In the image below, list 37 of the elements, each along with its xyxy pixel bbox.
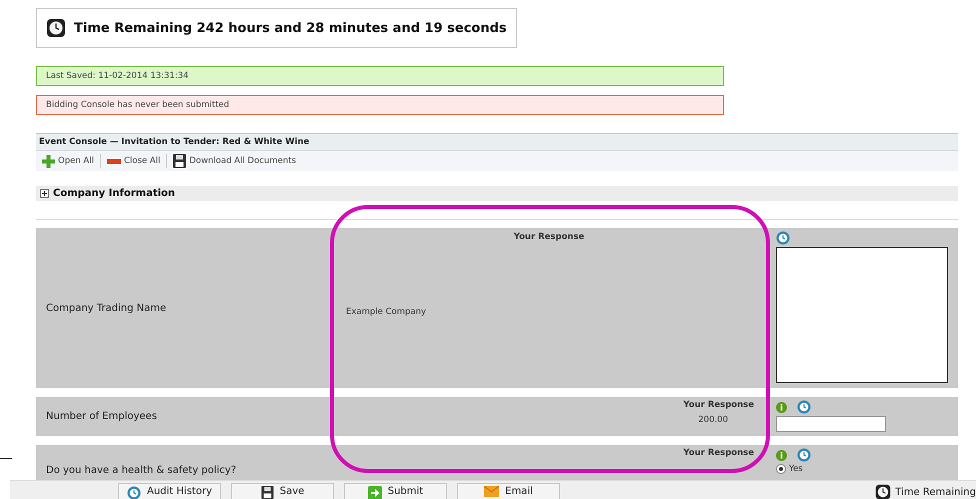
response-value: 200.00 [698,415,728,425]
notice-bar: Bidding Console has never been submitted [36,95,724,115]
toolbar-button[interactable]: Download All Documents [173,154,296,168]
info-icon[interactable] [776,450,787,460]
clock-icon[interactable] [797,400,811,414]
question-label: Company Trading Name [45,302,168,314]
footer-button[interactable]: Save [231,483,334,499]
clock-icon[interactable] [776,231,790,245]
input-field[interactable] [776,416,886,432]
notice-bar: Last Saved: 11-02-2014 13:31:34 [36,66,724,86]
response-heading: Your Response [683,448,754,458]
info-icon[interactable] [776,402,787,412]
footer-button[interactable]: Email [457,483,560,499]
envelope-icon [484,486,500,497]
question-label: Do you have a health & safety policy? [45,464,238,476]
question-label: Number of Employees [45,411,158,422]
expand-icon[interactable] [40,189,49,198]
section-header[interactable]: Company Information [36,186,958,201]
section-title: Company Information [53,188,176,199]
comment-field[interactable] [776,247,948,383]
arrow-icon [368,486,382,499]
radio-option[interactable]: Yes [776,464,948,474]
timer-label: Time Remaining [895,486,976,498]
clock-icon [127,486,141,499]
toolbar-button[interactable]: Open All [42,154,94,168]
timer-text: Time Remaining 242 hours and 28 minutes and 19 seconds [74,20,507,36]
footer-button[interactable]: Submit [344,483,447,499]
plus-icon [42,154,55,168]
minus-icon [106,158,121,164]
toolbar-button[interactable]: Close All [106,156,160,166]
clock-icon [46,18,66,38]
console-title: Event Console — Invitation to Tender: Red & White Wine [36,133,958,151]
footer-button[interactable]: Audit History [118,483,221,499]
response-heading: Your Response [683,400,754,410]
clock-icon[interactable] [797,448,811,462]
response-value: Example Company [346,307,428,317]
response-heading: Your Response [514,232,584,242]
